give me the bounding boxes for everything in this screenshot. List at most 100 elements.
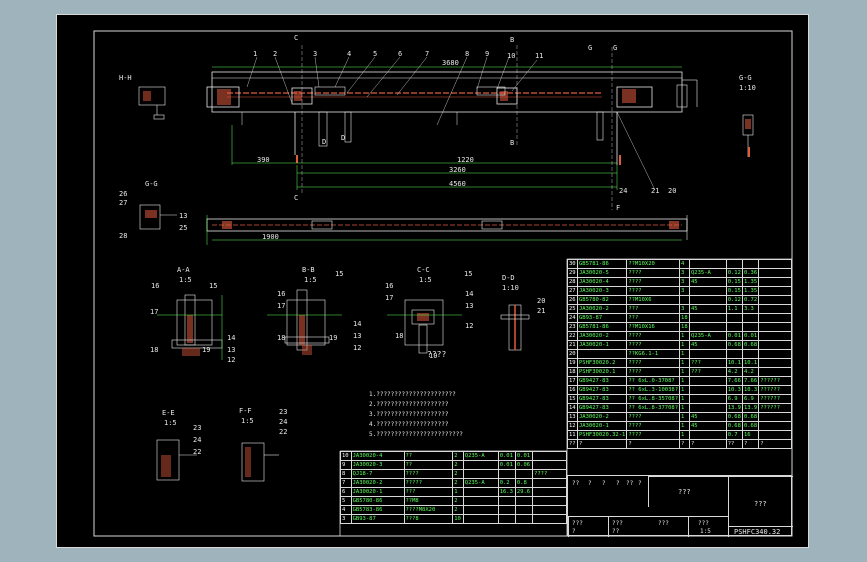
table-cell: ???	[689, 358, 727, 368]
table-cell: GB5781-86	[576, 322, 628, 332]
table-cell: 29	[567, 268, 578, 278]
parts-list-right: 30 GB5781-86 ??M10X20 4 29 JA30020-5???? 3 Q235…	[567, 259, 792, 449]
table-row: 24 GB93-87??? 18	[567, 313, 792, 323]
table-cell: 6	[340, 487, 352, 497]
bb-label: B-B	[302, 266, 315, 274]
section-marker-d-left: D	[322, 138, 327, 146]
section-marker-c-bottom: C	[294, 194, 299, 202]
table-cell	[532, 496, 567, 506]
aa-balloon-12: 12	[227, 356, 236, 364]
bb-balloon-14: 14	[353, 320, 362, 328]
ee-label: E-E	[162, 409, 175, 417]
table-row: 22 JA30020-2???? 1 Q235-A 0.01 0.01	[567, 331, 792, 341]
table-cell: GB9427-83	[576, 403, 628, 413]
tech-note-5: 5.????????????????????????	[369, 431, 463, 438]
table-row: 8 QJ18-7???? 2????	[340, 469, 567, 479]
table-cell: JA30020-1	[350, 487, 405, 497]
table-cell: 0.72	[741, 295, 760, 305]
table-cell	[758, 430, 792, 440]
balloon-20: 20	[668, 187, 677, 195]
table-cell: 0.01	[725, 331, 743, 341]
parts-list-bottom: 10 JA30020-4?? 2 Q235-A 0.01 0.01 9 JA30020-3??…	[340, 451, 567, 524]
ff-balloon-24: 24	[279, 418, 288, 426]
table-cell	[725, 313, 743, 323]
table-cell: 7.66	[725, 376, 743, 386]
table-cell	[758, 331, 792, 341]
ee-balloon-24: 24	[193, 436, 202, 444]
tech-req-title: ????	[427, 350, 447, 359]
tech-note-4: 4.????????????????????	[369, 421, 449, 428]
table-cell: ???	[403, 487, 454, 497]
table-cell: JA30020-1	[576, 421, 628, 431]
table-cell	[497, 469, 516, 479]
table-cell	[532, 460, 567, 470]
table-cell: 2	[452, 469, 464, 479]
table-cell: PSHF30020.2	[576, 358, 628, 368]
tb-bottom-label-1: ?	[572, 528, 576, 535]
ff-label: F-F	[239, 407, 252, 415]
bb-balloon-15: 15	[335, 270, 344, 278]
table-cell	[758, 322, 792, 332]
bb-balloon-12: 12	[353, 344, 362, 352]
table-cell: 0.68	[741, 412, 760, 422]
tb-bottom-label-0: ???	[572, 520, 583, 527]
table-cell	[689, 286, 727, 296]
table-row: 18 PSHF30020.1???? 1??? 4.2 4.2	[567, 367, 792, 377]
table-cell: 1	[679, 385, 690, 395]
section-marker-b-top: B	[510, 36, 515, 44]
title-block: ??? ??? PSHFC340.32 ??? ??? 1:5 ??? ? ??…	[567, 475, 793, 537]
table-footer-cell: ??	[567, 439, 578, 449]
table-cell	[758, 295, 792, 305]
table-cell: 24	[567, 313, 578, 323]
table-cell: Q235-A	[462, 451, 499, 461]
table-row: 15 GB9427-83?? 6xL.8-35708? 1 6.9 6.9??????	[567, 394, 792, 404]
table-cell: 1	[679, 412, 690, 422]
cc-balloon-15: 15	[464, 270, 473, 278]
table-cell: 1.35	[741, 286, 760, 296]
table-footer-cell: ?	[741, 439, 760, 449]
aa-balloon-13: 13	[227, 346, 236, 354]
table-cell: 0.12	[725, 268, 743, 278]
table-cell: 1	[679, 376, 690, 386]
table-cell: ?????	[403, 478, 454, 488]
section-aa-view	[157, 294, 223, 360]
dim-plan: 1900	[262, 233, 279, 241]
balloon-3: 3	[313, 50, 318, 58]
table-cell: 11	[567, 430, 578, 440]
table-cell: 0.68	[725, 340, 743, 350]
table-cell: 1.35	[741, 277, 760, 287]
table-cell: ????	[626, 331, 681, 341]
table-cell: ????	[626, 268, 681, 278]
table-row: 26 GB5780-82 ??M10X6 0.12 0.72	[567, 295, 792, 305]
dim-2: 1220	[457, 156, 474, 164]
table-cell	[758, 367, 792, 377]
table-row: 19 PSHF30020.2???? 1??? 10.1 10.1	[567, 358, 792, 368]
table-row: 28 JA30020-4???? 3 45 0.15 1.35	[567, 277, 792, 287]
table-cell	[532, 487, 567, 497]
table-row: 3 GB93-87 ???8 10	[340, 514, 567, 524]
table-cell: Q235-A	[689, 331, 727, 341]
balloon-10: 10	[507, 52, 516, 60]
section-hh-view	[138, 86, 166, 120]
table-cell	[462, 514, 499, 524]
table-cell: 18	[679, 322, 690, 332]
cc-balloon-13: 13	[465, 302, 474, 310]
table-cell	[758, 277, 792, 287]
tech-note-2: 2.????????????????????	[369, 401, 449, 408]
tb-row-label-5: ?	[638, 480, 642, 487]
table-cell: 3	[679, 304, 690, 314]
table-cell	[741, 313, 760, 323]
balloon-28: 28	[119, 232, 128, 240]
balloon-21: 21	[651, 187, 660, 195]
aa-balloon-15: 15	[209, 282, 218, 290]
ff-scale: 1:5	[241, 417, 254, 425]
bb-balloon-17: 17	[277, 302, 286, 310]
table-cell: GB5783-86	[350, 505, 405, 515]
table-cell: QJ18-7	[350, 469, 405, 479]
table-cell: 4	[679, 259, 690, 269]
title-placeholder: ???	[678, 488, 691, 496]
table-cell: 17	[567, 376, 578, 386]
cc-balloon-17: 17	[385, 294, 394, 302]
balloon-27: 27	[119, 199, 128, 207]
aa-balloon-18: 18	[150, 346, 159, 354]
